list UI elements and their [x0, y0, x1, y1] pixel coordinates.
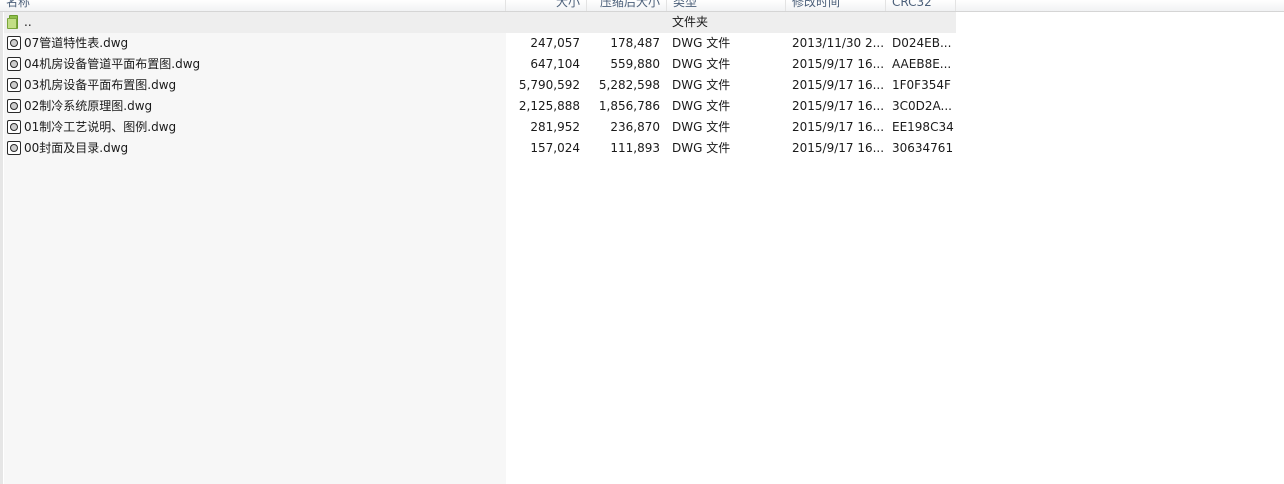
parent-folder-row[interactable]: .. 文件夹	[4, 12, 956, 33]
file-crc32: 1F0F354F	[892, 78, 951, 92]
column-header-crc32[interactable]: CRC32	[886, 0, 956, 11]
file-packed-size: 236,870	[610, 120, 660, 134]
file-packed-size: 111,893	[610, 141, 660, 155]
file-row[interactable]: 00封面及目录.dwg 157,024 111,893 DWG 文件 2015/9/17…	[4, 138, 956, 159]
column-header-type[interactable]: 类型	[667, 0, 786, 11]
file-size: 281,952	[530, 120, 580, 134]
file-type: DWG 文件	[672, 36, 731, 50]
file-modified: 2015/9/17 16...	[792, 78, 885, 92]
dwg-file-icon	[7, 141, 21, 155]
file-type: DWG 文件	[672, 99, 731, 113]
file-packed-size: 178,487	[610, 36, 660, 50]
file-crc32: 30634761	[892, 141, 954, 155]
file-packed-size: 1,856,786	[598, 99, 660, 113]
file-size: 247,057	[530, 36, 580, 50]
file-crc32: D024EB...	[892, 36, 952, 50]
file-size: 5,790,592	[518, 78, 580, 92]
file-name: 03机房设备平面布置图.dwg	[24, 78, 177, 92]
file-crc32: 3C0D2A...	[892, 99, 952, 113]
file-type: DWG 文件	[672, 120, 731, 134]
file-size: 2,125,888	[518, 99, 580, 113]
file-packed-size: 5,282,598	[598, 78, 660, 92]
file-type: DWG 文件	[672, 78, 731, 92]
dwg-file-icon	[7, 78, 21, 92]
file-name: 04机房设备管道平面布置图.dwg	[24, 57, 201, 71]
file-name: 01制冷工艺说明、图例.dwg	[24, 120, 177, 134]
file-crc32: AAEB8E...	[892, 57, 952, 71]
file-modified: 2013/11/30 2...	[792, 36, 885, 50]
file-row[interactable]: 03机房设备平面布置图.dwg 5,790,592 5,282,598 DWG 文件 2…	[4, 75, 956, 96]
column-header-bar: 名称 大小 压缩后大小 类型 修改时间 CRC32	[0, 0, 1284, 12]
file-modified: 2015/9/17 16...	[792, 99, 885, 113]
file-row[interactable]: 04机房设备管道平面布置图.dwg 647,104 559,880 DWG 文件 201…	[4, 54, 956, 75]
dwg-file-icon	[7, 120, 21, 134]
file-size: 157,024	[530, 141, 580, 155]
file-name: 02制冷系统原理图.dwg	[24, 99, 153, 113]
dwg-file-icon	[7, 36, 21, 50]
file-type: DWG 文件	[672, 141, 731, 155]
parent-folder-type: 文件夹	[672, 15, 709, 29]
file-name: 07管道特性表.dwg	[24, 36, 129, 50]
column-header-packed-size[interactable]: 压缩后大小	[587, 0, 667, 11]
file-row[interactable]: 07管道特性表.dwg 247,057 178,487 DWG 文件 2013/11/3…	[4, 33, 956, 54]
file-row[interactable]: 02制冷系统原理图.dwg 2,125,888 1,856,786 DWG 文件 201…	[4, 96, 956, 117]
dwg-file-icon	[7, 99, 21, 113]
file-crc32: EE198C34	[892, 120, 954, 134]
file-name: 00封面及目录.dwg	[24, 141, 129, 155]
file-modified: 2015/9/17 16...	[792, 120, 885, 134]
file-size: 647,104	[530, 57, 580, 71]
folder-up-icon	[7, 15, 21, 29]
file-row[interactable]: 01制冷工艺说明、图例.dwg 281,952 236,870 DWG 文件 2015/…	[4, 117, 956, 138]
left-border	[0, 12, 3, 484]
file-packed-size: 559,880	[610, 57, 660, 71]
parent-folder-name: ..	[24, 15, 32, 29]
file-type: DWG 文件	[672, 57, 731, 71]
file-modified: 2015/9/17 16...	[792, 141, 885, 155]
file-modified: 2015/9/17 16...	[792, 57, 885, 71]
dwg-file-icon	[7, 57, 21, 71]
column-header-modified[interactable]: 修改时间	[786, 0, 886, 11]
column-header-size[interactable]: 大小	[506, 0, 587, 11]
column-header-name[interactable]: 名称	[0, 0, 506, 11]
